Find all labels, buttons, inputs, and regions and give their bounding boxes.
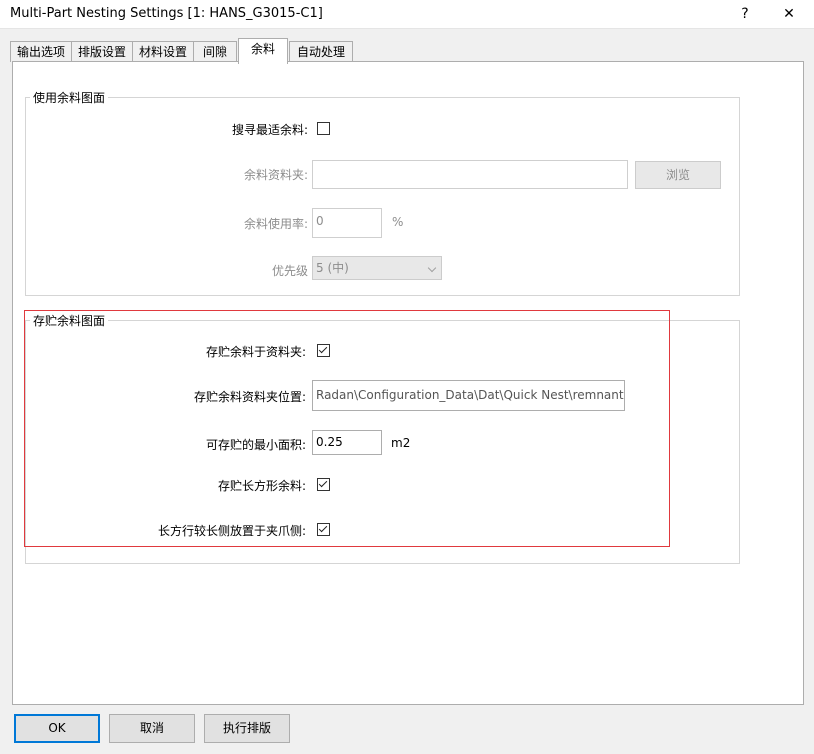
help-button[interactable]: ?	[733, 3, 757, 25]
usage-rate-input[interactable]: 0	[312, 208, 382, 238]
search-best-label: 搜寻最适余料:	[231, 123, 308, 137]
use-remnant-legend: 使用余料图面	[33, 91, 106, 105]
tab-remnant[interactable]: 余料	[238, 38, 288, 64]
tab-output-options[interactable]: 输出选项	[10, 41, 72, 62]
priority-select[interactable]: 5 (中)	[312, 256, 442, 280]
title-bar: Multi-Part Nesting Settings [1: HANS_G30…	[0, 0, 814, 29]
cancel-button[interactable]: 取消	[109, 714, 195, 743]
ok-button[interactable]: OK	[14, 714, 100, 743]
browse-button[interactable]: 浏览	[635, 161, 721, 189]
priority-label: 优先级	[271, 264, 308, 278]
usage-rate-label: 余料使用率:	[243, 217, 308, 231]
tab-auto-process[interactable]: 自动处理	[289, 41, 353, 62]
search-best-checkbox[interactable]	[317, 122, 330, 135]
window-title: Multi-Part Nesting Settings [1: HANS_G30…	[10, 6, 323, 21]
usage-rate-unit: %	[392, 215, 404, 229]
highlight-box	[24, 310, 670, 547]
chevron-down-icon	[427, 263, 437, 273]
run-nest-button[interactable]: 执行排版	[204, 714, 290, 743]
remnant-folder-input[interactable]	[312, 160, 628, 189]
tab-layout-settings[interactable]: 排版设置	[71, 41, 133, 62]
priority-value: 5 (中)	[316, 261, 349, 275]
tab-material-settings[interactable]: 材料设置	[132, 41, 194, 62]
remnant-folder-label: 余料资料夹:	[243, 168, 308, 182]
close-button[interactable]: ✕	[777, 3, 801, 25]
tab-gap[interactable]: 间隙	[193, 41, 237, 62]
